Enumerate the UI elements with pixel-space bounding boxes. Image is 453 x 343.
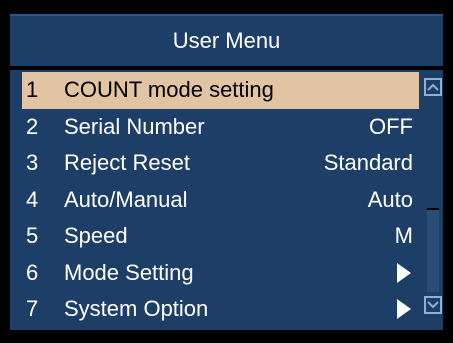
chevron-down-icon [427, 301, 439, 309]
menu-item-reject-reset[interactable]: 3 Reject Reset Standard [22, 145, 419, 182]
menu-item-label: Reject Reset [64, 150, 190, 176]
scrollbar-thumb[interactable] [427, 100, 439, 210]
menu-item-number: 5 [26, 223, 39, 249]
scroll-up-button[interactable] [424, 78, 442, 96]
menu-item-number: 3 [26, 150, 39, 176]
menu-item-number: 6 [26, 259, 39, 285]
chevron-up-icon [427, 83, 439, 91]
page-title: User Menu [172, 28, 281, 53]
submenu-arrow-icon [397, 299, 411, 320]
menu-item-number: 7 [26, 296, 39, 322]
menu-item-number: 2 [26, 113, 39, 139]
user-menu-screen: User Menu 1 COUNT mode setting 2 Serial … [0, 0, 453, 343]
menu-list: 1 COUNT mode setting 2 Serial Number OFF… [22, 72, 419, 328]
menu-item-speed[interactable]: 5 Speed M [22, 218, 419, 255]
menu-item-value: Standard [323, 150, 413, 176]
menu-item-label: Mode Setting [64, 259, 194, 285]
menu-item-mode-setting[interactable]: 6 Mode Setting [22, 255, 419, 292]
menu-item-label: Speed [64, 223, 128, 249]
submenu-arrow-icon [397, 262, 411, 283]
menu-item-serial-number[interactable]: 2 Serial Number OFF [22, 109, 419, 146]
menu-item-system-option[interactable]: 7 System Option [22, 291, 419, 328]
menu-item-count-mode-setting[interactable]: 1 COUNT mode setting [22, 72, 419, 109]
menu-item-label: Auto/Manual [64, 186, 188, 212]
scroll-down-button[interactable] [424, 296, 442, 314]
menu-item-number: 1 [26, 77, 39, 103]
menu-item-value: Auto [367, 186, 413, 212]
menu-item-number: 4 [26, 186, 39, 212]
menu-item-label: Serial Number [64, 113, 205, 139]
menu-item-value: OFF [369, 113, 413, 139]
menu-title-bar: User Menu [10, 14, 443, 66]
menu-item-label: System Option [64, 296, 209, 322]
menu-scrollbar[interactable] [424, 74, 442, 326]
menu-item-value: M [394, 223, 413, 249]
menu-item-auto-manual[interactable]: 4 Auto/Manual Auto [22, 182, 419, 219]
menu-item-label: COUNT mode setting [64, 77, 274, 103]
